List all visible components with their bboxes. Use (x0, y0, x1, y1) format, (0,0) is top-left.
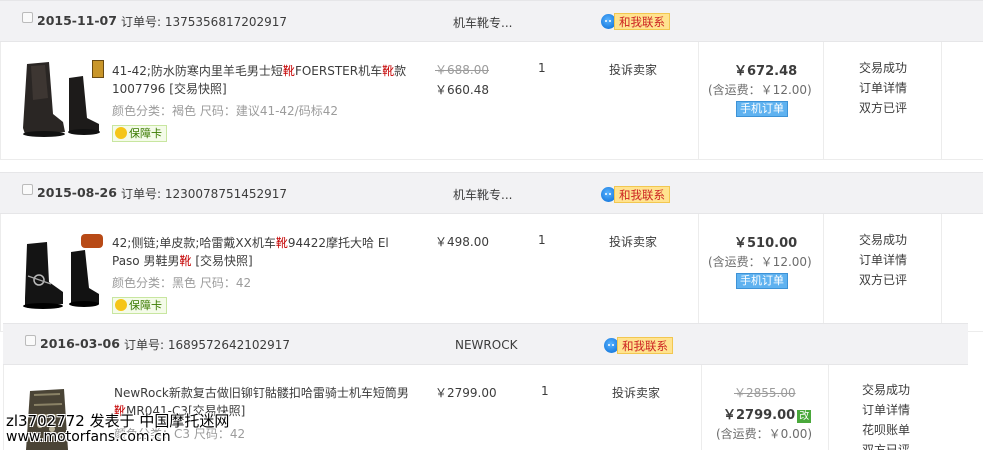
order-number: 订单号: 1375356817202917 (121, 15, 288, 29)
total-price: ￥2799.00 改 (723, 408, 812, 423)
order-detail-link[interactable]: 订单详情 (859, 78, 907, 98)
product-title-link[interactable]: 42;侧链;单皮款;哈雷戴XX机车靴94422摩托大哈 El Paso 男鞋男靴… (112, 234, 412, 270)
shipping-fee: (含运费：￥0.00) (716, 427, 813, 441)
order-number: 订单号: 1230078751452917 (121, 187, 288, 201)
both-rated-status[interactable]: 双方已评 (859, 270, 907, 290)
shipping-fee: (含运费：￥12.00) (708, 83, 812, 97)
quantity: 1 (541, 384, 549, 398)
order-date: 2015-08-26 (37, 185, 117, 200)
divider (941, 42, 942, 159)
price-modified-badge: 改 (797, 410, 812, 423)
order-select-checkbox[interactable] (25, 335, 36, 346)
divider (698, 42, 699, 159)
order-header: 2016-03-06 订单号: 1689572642102917 NEWROCK… (3, 323, 968, 365)
snapshot-link[interactable]: [交易快照] (169, 82, 226, 96)
shipping-fee: (含运费：￥12.00) (708, 255, 812, 269)
order-status-list: 交易成功 订单详情 双方已评 (859, 230, 907, 290)
complain-seller-link[interactable]: 投诉卖家 (609, 61, 657, 78)
order-item-row: 41-42;防水防寒内里羊毛男士短靴FOERSTER机车靴款1007796 [交… (0, 42, 983, 160)
contact-seller-button[interactable]: 和我联系 (601, 186, 671, 203)
flower-icon (115, 127, 127, 139)
shop-name-link[interactable]: NEWROCK (455, 338, 517, 352)
trade-success-status: 交易成功 (859, 233, 908, 247)
divider (828, 365, 829, 450)
quantity: 1 (538, 233, 546, 247)
order-number: 订单号: 1689572642102917 (124, 338, 291, 352)
shop-name-link[interactable]: 机车靴专... (453, 186, 512, 203)
guarantee-card-badge[interactable]: 保障卡 (112, 125, 167, 142)
divider (823, 42, 824, 159)
order-status-list: 交易成功 订单详情 花呗账单 双方已评 (862, 380, 910, 450)
order-status-list: 交易成功 订单详情 双方已评 (859, 58, 907, 118)
order-header: 2015-11-07 订单号: 1375356817202917 机车靴专...… (0, 0, 983, 42)
watermark-line-1: zl3702772 发表于 中国摩托迷网 (6, 412, 230, 430)
order-item-row: 42;侧链;单皮款;哈雷戴XX机车靴94422摩托大哈 El Paso 男鞋男靴… (0, 214, 983, 332)
flower-icon (115, 299, 127, 311)
original-total-price: ￥2855.00 (734, 386, 796, 400)
complain-seller-link[interactable]: 投诉卖家 (609, 233, 657, 250)
product-title-link[interactable]: 41-42;防水防寒内里羊毛男士短靴FOERSTER机车靴款1007796 [交… (112, 62, 412, 98)
complain-seller-link[interactable]: 投诉卖家 (612, 384, 660, 401)
total-price: ￥510.00 (734, 236, 798, 251)
divider (701, 365, 702, 450)
mobile-order-badge: 手机订单 (736, 273, 788, 289)
snapshot-link[interactable]: [交易快照] (195, 254, 252, 268)
order-date: 2016-03-06 (40, 336, 120, 351)
unit-price: ￥660.48 (435, 83, 489, 97)
product-tag-icon (92, 60, 104, 78)
order-1: 2015-11-07 订单号: 1375356817202917 机车靴专...… (0, 0, 983, 162)
product-sku: 颜色分类：黑色 尺码：42 (112, 276, 252, 290)
unit-price: ￥498.00 (435, 235, 489, 249)
product-thumbnail[interactable] (19, 58, 103, 142)
order-detail-link[interactable]: 订单详情 (859, 250, 907, 270)
both-rated-status[interactable]: 双方已评 (862, 440, 910, 450)
divider (823, 214, 824, 331)
total-price: ￥672.48 (734, 64, 798, 79)
harley-logo-icon (81, 234, 103, 248)
quantity: 1 (538, 61, 546, 75)
product-sku: 颜色分类：褐色 尺码：建议41-42/码标42 (112, 104, 338, 118)
order-2: 2015-08-26 订单号: 1230078751452917 机车靴专...… (0, 172, 983, 334)
order-date: 2015-11-07 (37, 13, 117, 28)
order-select-checkbox[interactable] (22, 12, 33, 23)
mobile-order-badge: 手机订单 (736, 101, 788, 117)
contact-seller-button[interactable]: 和我联系 (601, 13, 671, 30)
watermark-line-2: www.motorfans.com.cn (6, 429, 171, 445)
shop-name-link[interactable]: 机车靴专... (453, 14, 512, 31)
guarantee-card-badge[interactable]: 保障卡 (112, 297, 167, 314)
trade-success-status: 交易成功 (862, 383, 911, 397)
divider (941, 214, 942, 331)
order-detail-link[interactable]: 订单详情 (862, 400, 910, 420)
unit-price: ￥2799.00 (435, 386, 497, 400)
huabei-bill-link[interactable]: 花呗账单 (862, 420, 910, 440)
trade-success-status: 交易成功 (859, 61, 908, 75)
contact-seller-button[interactable]: 和我联系 (604, 337, 674, 354)
divider (698, 214, 699, 331)
both-rated-status[interactable]: 双方已评 (859, 98, 907, 118)
order-header: 2015-08-26 订单号: 1230078751452917 机车靴专...… (0, 172, 983, 214)
original-price: ￥688.00 (435, 63, 489, 77)
order-select-checkbox[interactable] (22, 184, 33, 195)
